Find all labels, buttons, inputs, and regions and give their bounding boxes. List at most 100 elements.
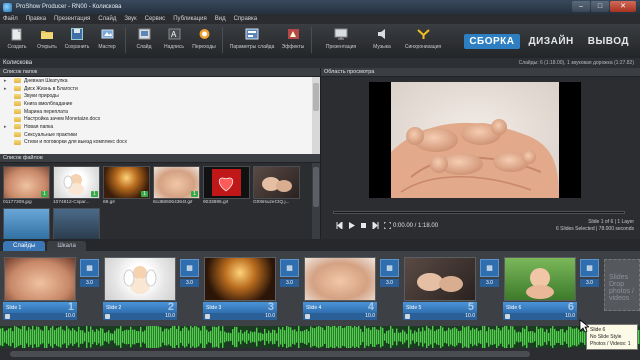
slide-item[interactable]: Slide 4 4 10.0 [303, 257, 377, 321]
slide-options-button[interactable]: Параметры слайда [226, 27, 278, 50]
save-button[interactable]: Сохранить [62, 27, 92, 50]
slide-drop-placeholder[interactable]: Slides Drop photos / videos [604, 259, 640, 311]
transition-item[interactable]: ▦ 3.0 [380, 259, 399, 289]
folder-item[interactable]: Книга вмолбладание [0, 100, 312, 108]
waveform-bar [52, 326, 54, 348]
transition-item[interactable]: ▦ 3.0 [80, 259, 99, 289]
tab-design[interactable]: ДИЗАЙН [524, 34, 579, 49]
file-item[interactable]: 9033895.gif [203, 166, 252, 208]
music-button[interactable]: Музыка [367, 27, 397, 50]
slide-options-icon[interactable] [505, 314, 510, 319]
scrollbar-thumb[interactable] [313, 83, 319, 111]
playback-slider[interactable] [333, 211, 625, 214]
play-button[interactable] [347, 221, 355, 229]
tab-timeline[interactable]: Шкала [47, 241, 86, 251]
slide-options-icon[interactable] [105, 314, 110, 319]
file-item[interactable]: 1 69.gif [103, 166, 152, 208]
waveform-bar [138, 331, 140, 343]
tab-publish[interactable]: ВЫВОД [583, 34, 634, 49]
waveform-bar [228, 332, 230, 342]
tab-slides[interactable]: Слайды [3, 241, 46, 251]
file-item[interactable] [3, 208, 52, 239]
waveform-bar [308, 331, 310, 343]
menu-view[interactable]: Вид [215, 16, 226, 22]
menu-publish[interactable]: Публикация [173, 16, 207, 22]
waveform-bar [488, 327, 490, 347]
transition-item[interactable]: ▦ 3.0 [480, 259, 499, 289]
waveform-bar [48, 330, 50, 344]
used-check-icon: 1 [191, 191, 198, 197]
minimize-button[interactable]: – [572, 1, 590, 12]
slide-button[interactable]: Слайд [129, 27, 159, 50]
folder-item[interactable]: Настройка зачем Monetaize.docx [0, 115, 312, 123]
new-button[interactable]: Создать [2, 27, 32, 50]
slide-item[interactable]: Slide 6 6 10.0 [503, 257, 577, 321]
waveform-bar [332, 326, 334, 348]
slide-item[interactable]: Slide 3 3 10.0 [203, 257, 277, 321]
tab-build[interactable]: СБОРКА [464, 34, 520, 49]
file-item[interactable]: 1 1074812-Clipar... [53, 166, 102, 208]
folder-item[interactable]: Сексуальные практики [0, 131, 312, 139]
waveform-bar [164, 328, 166, 346]
menu-help[interactable]: Справка [234, 16, 258, 22]
menu-show[interactable]: Презентация [54, 16, 90, 22]
slide-options-icon[interactable] [405, 314, 410, 319]
slide-options-icon[interactable] [5, 314, 10, 319]
waveform-bar [398, 332, 400, 342]
transitions-button[interactable]: Переходы [189, 27, 219, 50]
waveform-bar [140, 326, 142, 348]
folder-item[interactable]: ▸ Дневная Шкатулка [0, 77, 312, 85]
menu-tools[interactable]: Сервис [145, 16, 166, 22]
folder-item[interactable]: Звуки природы [0, 92, 312, 100]
maximize-button[interactable]: □ [591, 1, 609, 12]
audio-track[interactable] [0, 326, 640, 348]
waveform-bar [638, 330, 640, 344]
file-item[interactable] [53, 208, 102, 239]
waveform-bar [472, 327, 474, 347]
slide-item[interactable]: Slide 1 1 10.0 [3, 257, 77, 321]
slide-item[interactable]: Slide 2 2 10.0 [103, 257, 177, 321]
scrollbar-thumb[interactable] [10, 351, 530, 357]
folder-item[interactable]: Стихи и поговорки для выезд комплекс doc… [0, 139, 312, 147]
folder-scrollbar[interactable] [312, 77, 320, 154]
stop-button[interactable] [359, 221, 367, 229]
toolbar-divider [311, 27, 312, 53]
file-item[interactable]: 1 8cd686064364f.gif [153, 166, 202, 208]
waveform-bar [288, 326, 290, 348]
scrollbar-thumb[interactable] [313, 167, 319, 207]
transition-item[interactable]: ▦ 3.0 [280, 259, 299, 289]
menu-edit[interactable]: Правка [26, 16, 46, 22]
folder-item[interactable]: ▸ Диск Жизнь в Благости [0, 85, 312, 93]
slide-item[interactable]: Slide 5 5 10.0 [403, 257, 477, 321]
folder-item[interactable]: Марина переплата [0, 108, 312, 116]
menu-audio[interactable]: Звук [124, 16, 136, 22]
waveform-bar [78, 326, 80, 348]
file-item[interactable]: Gf0llrsuzeCtQ.j... [253, 166, 302, 208]
presentation-button[interactable]: Презентация [315, 27, 367, 50]
transition-item[interactable]: ▦ 3.0 [580, 259, 599, 289]
transition-item[interactable]: ▦ 3.0 [180, 259, 199, 289]
fullscreen-icon[interactable] [383, 221, 391, 229]
folder-item[interactable]: ▸ Новая папка [0, 123, 312, 131]
folder-icon [14, 132, 21, 138]
close-button[interactable]: ✕ [610, 1, 636, 12]
previous-button[interactable] [335, 221, 343, 229]
waveform-bar [408, 326, 410, 348]
menu-file[interactable]: Файл [3, 16, 18, 22]
transition-icon: ▦ [280, 259, 299, 277]
next-button[interactable] [371, 221, 379, 229]
wizard-button[interactable]: Мастер [92, 27, 122, 50]
effects-button[interactable]: Эффекты [278, 27, 308, 50]
slide-options-icon[interactable] [205, 314, 210, 319]
timeline-scrollbar[interactable] [0, 348, 640, 360]
sync-button[interactable]: Синхронизация [397, 27, 449, 50]
waveform-bar [312, 327, 314, 347]
file-scrollbar[interactable] [312, 163, 320, 240]
slide-options-icon[interactable] [305, 314, 310, 319]
caption-button[interactable]: A Надпись [159, 27, 189, 50]
waveform-bar [538, 329, 540, 345]
open-button[interactable]: Открыть [32, 27, 62, 50]
menu-slide[interactable]: Слайд [98, 16, 116, 22]
file-item[interactable]: 1 01177309.jpg [3, 166, 52, 208]
preview-panel: Область просмотра 0:00.00 / 1:18.00 Slid… [321, 68, 640, 239]
